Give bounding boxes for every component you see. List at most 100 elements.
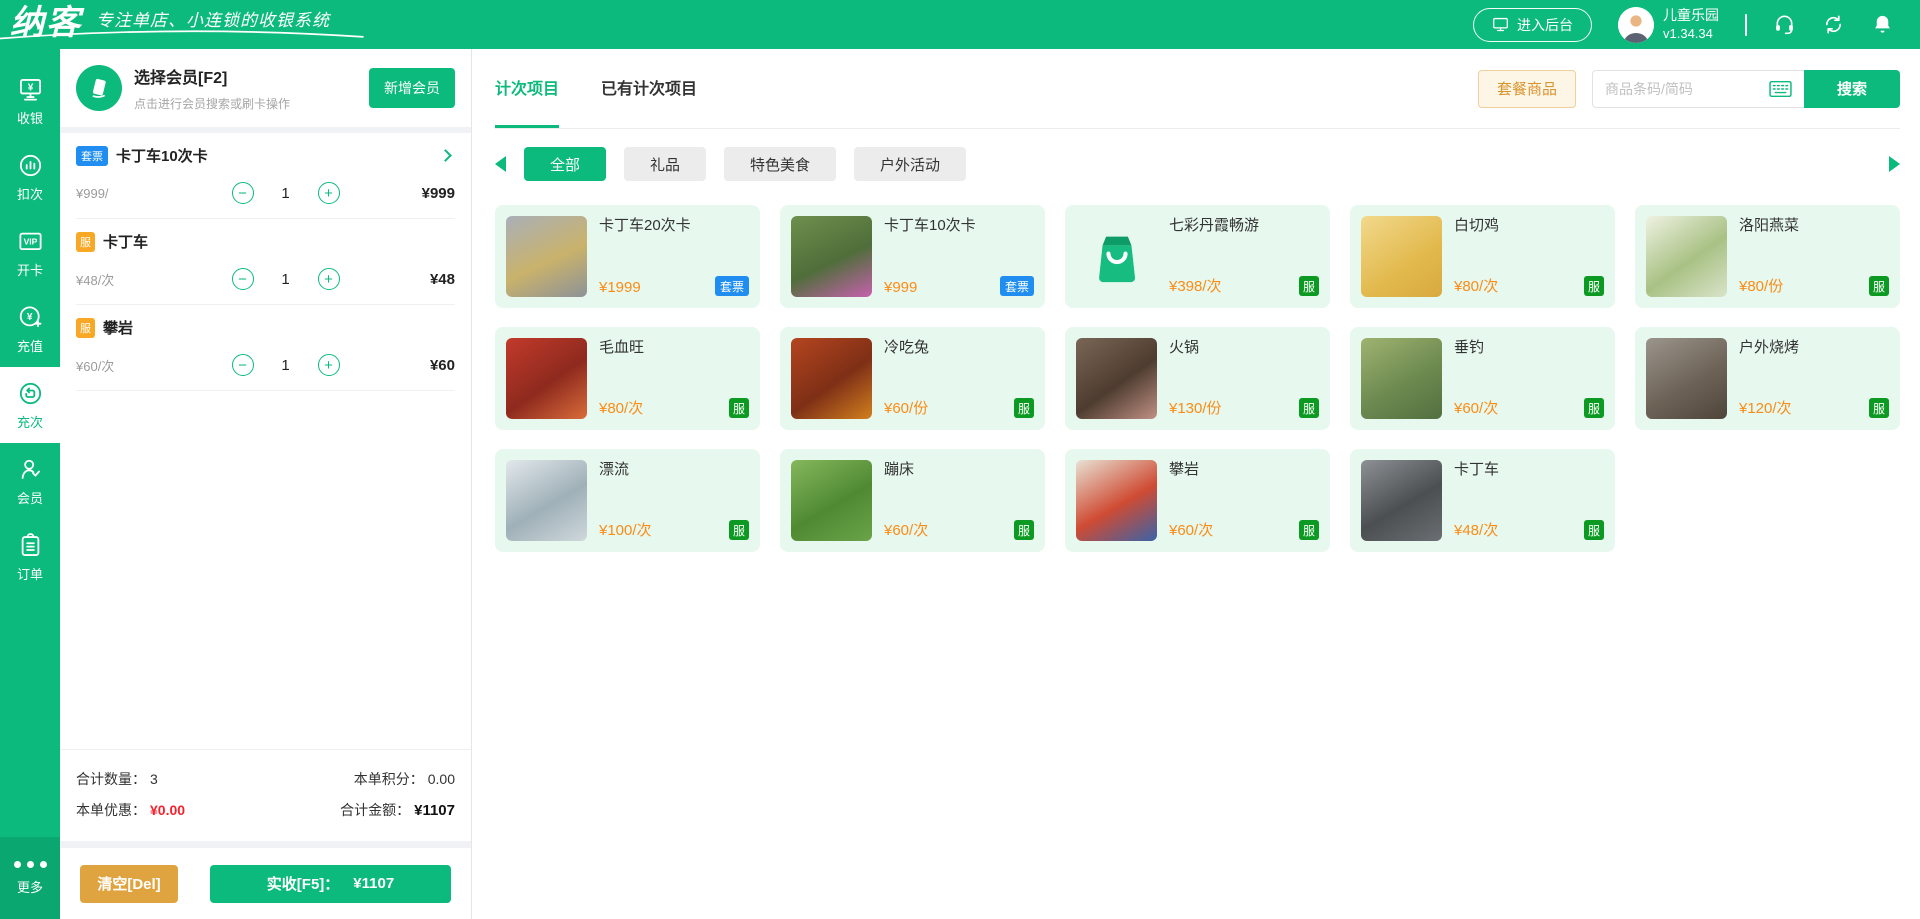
product-price: ¥130/份 — [1169, 397, 1222, 418]
add-member-button[interactable]: 新增会员 — [369, 68, 455, 108]
sidebar: ¥ 收银 扣次 VIP 开卡 — [0, 49, 60, 919]
tab-existing-count-items[interactable]: 已有计次项目 — [601, 49, 697, 128]
checkout-bar: 清空[Del] 实收[F5]： ¥1107 — [60, 848, 471, 919]
chevron-right-icon[interactable] — [439, 149, 452, 162]
cash-register-icon: ¥ — [17, 76, 44, 103]
product-card[interactable]: 毛血旺 ¥80/次 服 — [495, 327, 760, 430]
brand-area: 纳客 专注单店、小连锁的收银系统 — [0, 4, 470, 45]
product-name: 户外烧烤 — [1739, 339, 1889, 358]
category-outdoor[interactable]: 户外活动 — [854, 147, 966, 181]
user-info[interactable]: 儿童乐园 v1.34.34 — [1618, 6, 1719, 44]
product-image — [1646, 338, 1727, 419]
product-price: ¥398/次 — [1169, 275, 1222, 296]
shopping-bag-icon — [1076, 216, 1157, 297]
points-value: 0.00 — [428, 771, 455, 787]
combo-products-button[interactable]: 套餐商品 — [1478, 70, 1576, 108]
ticket-badge: 套票 — [76, 146, 108, 166]
line-total: ¥60 — [399, 357, 455, 374]
sidebar-item-deduct-count[interactable]: 扣次 — [0, 139, 60, 215]
product-price: ¥999 — [884, 279, 917, 296]
member-select-bar[interactable]: 选择会员[F2] 点击进行会员搜索或刷卡操作 新增会员 — [60, 49, 471, 127]
service-badge: 服 — [729, 398, 749, 418]
product-image — [1361, 460, 1442, 541]
sidebar-item-vip-open-card[interactable]: VIP 开卡 — [0, 215, 60, 291]
total-qty-value: 3 — [150, 771, 158, 787]
line-total: ¥999 — [399, 185, 455, 202]
more-dots-icon — [14, 861, 47, 868]
category-all[interactable]: 全部 — [524, 147, 606, 181]
sidebar-item-label: 充次 — [17, 412, 43, 431]
sidebar-item-orders[interactable]: 订单 — [0, 519, 60, 595]
cart-item: 套票 卡丁车10次卡 ¥999/ − 1 + ¥999 — [60, 133, 471, 219]
product-card[interactable]: 白切鸡 ¥80/次 服 — [1350, 205, 1615, 308]
decrease-button[interactable]: − — [232, 268, 254, 290]
bell-icon[interactable] — [1871, 13, 1894, 36]
product-price: ¥60/次 — [1169, 519, 1213, 540]
product-card[interactable]: 卡丁车 ¥48/次 服 — [1350, 449, 1615, 552]
product-image — [1076, 460, 1157, 541]
product-card[interactable]: 七彩丹霞畅游 ¥398/次 服 — [1065, 205, 1330, 308]
increase-button[interactable]: + — [318, 354, 340, 376]
sync-icon[interactable] — [1822, 13, 1845, 36]
increase-button[interactable]: + — [318, 268, 340, 290]
sidebar-item-recharge-count[interactable]: 充次 — [0, 367, 60, 443]
service-badge: 服 — [76, 232, 95, 252]
member-icon — [17, 456, 44, 483]
sidebar-item-label: 会员 — [17, 488, 43, 507]
product-card[interactable]: 冷吃兔 ¥60/份 服 — [780, 327, 1045, 430]
decrease-button[interactable]: − — [232, 182, 254, 204]
discount-value: ¥0.00 — [150, 802, 185, 818]
svg-text:VIP: VIP — [23, 236, 37, 246]
tab-bar: 计次项目 已有计次项目 套餐商品 搜索 — [495, 49, 1900, 129]
product-image — [506, 216, 587, 297]
product-card[interactable]: 洛阳燕菜 ¥80/份 服 — [1635, 205, 1900, 308]
sidebar-item-recharge[interactable]: ¥ 充值 — [0, 291, 60, 367]
sidebar-item-cashier[interactable]: ¥ 收银 — [0, 63, 60, 139]
product-card[interactable]: 漂流 ¥100/次 服 — [495, 449, 760, 552]
scroll-right-arrow-icon[interactable] — [1889, 156, 1900, 172]
product-card[interactable]: 卡丁车20次卡 ¥1999 套票 — [495, 205, 760, 308]
product-card[interactable]: 火锅 ¥130/份 服 — [1065, 327, 1330, 430]
increase-button[interactable]: + — [318, 182, 340, 204]
clear-button[interactable]: 清空[Del] — [80, 865, 178, 903]
sidebar-item-more[interactable]: 更多 — [0, 837, 60, 919]
enter-backend-label: 进入后台 — [1517, 15, 1573, 35]
total-amount-value: ¥1107 — [414, 802, 455, 819]
panel-divider — [60, 841, 471, 848]
product-image — [506, 460, 587, 541]
enter-backend-button[interactable]: 进入后台 — [1473, 8, 1592, 42]
product-card[interactable]: 户外烧烤 ¥120/次 服 — [1635, 327, 1900, 430]
total-qty-label: 合计数量： — [76, 769, 146, 789]
product-name: 七彩丹霞畅游 — [1169, 217, 1319, 236]
product-card[interactable]: 蹦床 ¥60/次 服 — [780, 449, 1045, 552]
unit-price: ¥48/次 — [76, 270, 172, 289]
cart-list: 套票 卡丁车10次卡 ¥999/ − 1 + ¥999 — [60, 133, 471, 749]
keyboard-icon[interactable] — [1769, 80, 1792, 97]
cart-item-name: 攀岩 — [103, 317, 133, 338]
product-price: ¥60/次 — [1454, 397, 1498, 418]
product-card[interactable]: 攀岩 ¥60/次 服 — [1065, 449, 1330, 552]
tab-count-items[interactable]: 计次项目 — [495, 49, 559, 128]
scroll-left-arrow-icon[interactable] — [495, 156, 506, 172]
product-card[interactable]: 垂钓 ¥60/次 服 — [1350, 327, 1615, 430]
headset-icon[interactable] — [1773, 13, 1796, 36]
points-label: 本单积分： — [354, 769, 424, 789]
product-price: ¥100/次 — [599, 519, 652, 540]
category-special-food[interactable]: 特色美食 — [724, 147, 836, 181]
checkout-button[interactable]: 实收[F5]： ¥1107 — [210, 865, 451, 903]
product-price: ¥60/份 — [884, 397, 928, 418]
sidebar-item-member[interactable]: 会员 — [0, 443, 60, 519]
member-select-title: 选择会员[F2] — [134, 64, 290, 88]
product-image — [791, 216, 872, 297]
category-row: 全部 礼品 特色美食 户外活动 — [495, 147, 1900, 181]
decrease-button[interactable]: − — [232, 354, 254, 376]
category-gifts[interactable]: 礼品 — [624, 147, 706, 181]
search-button[interactable]: 搜索 — [1804, 70, 1900, 108]
app-header: 纳客 专注单店、小连锁的收银系统 进入后台 — [0, 0, 1920, 49]
product-card[interactable]: 卡丁车10次卡 ¥999 套票 — [780, 205, 1045, 308]
service-badge: 服 — [1299, 276, 1319, 296]
recharge-count-icon — [17, 380, 44, 407]
product-grid: 卡丁车20次卡 ¥1999 套票 卡丁车10次卡 ¥999 套票 — [495, 205, 1900, 552]
product-name: 卡丁车20次卡 — [599, 217, 749, 236]
sidebar-item-label: 充值 — [17, 336, 43, 355]
